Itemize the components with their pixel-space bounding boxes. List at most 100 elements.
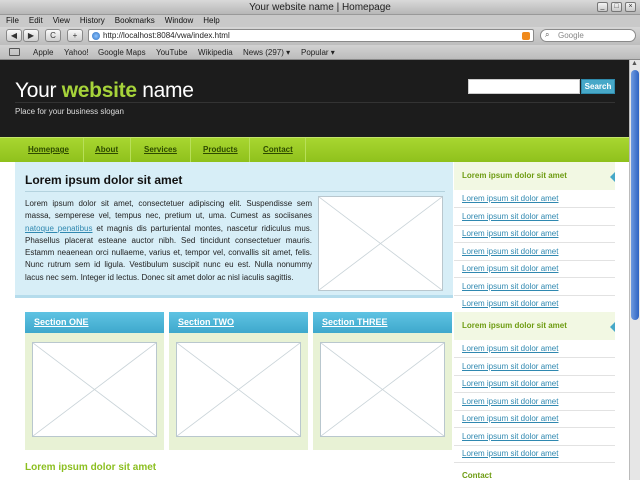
- globe-icon: [92, 32, 100, 40]
- nav-homepage[interactable]: Homepage: [28, 145, 69, 154]
- site-slogan: Place for your business slogan: [15, 107, 124, 116]
- address-bar[interactable]: http://localhost:8084/vwa/index.html: [88, 29, 534, 42]
- sidebar-divider: [454, 225, 615, 226]
- bookmark-apple[interactable]: Apple: [33, 48, 53, 57]
- sidebar-link[interactable]: Lorem ipsum sit dolor amet: [462, 397, 558, 406]
- featured-text-link[interactable]: natoque penatibus: [25, 224, 93, 233]
- scroll-up-icon[interactable]: ▲: [631, 60, 638, 67]
- site-title-end: name: [136, 79, 194, 102]
- section-two-link[interactable]: Section TWO: [178, 317, 234, 327]
- nav-about[interactable]: About: [95, 145, 118, 154]
- nav-services[interactable]: Services: [144, 145, 177, 154]
- nav-separator: [83, 138, 84, 163]
- header-divider: [15, 102, 615, 103]
- menu-edit[interactable]: Edit: [29, 15, 43, 27]
- browser-search-input[interactable]: ⌕ Google: [540, 29, 636, 42]
- sidebar-divider: [454, 277, 615, 278]
- window-title: Your website name | Homepage: [249, 2, 391, 13]
- featured-text-before: Lorem ipsum dolor sit amet, consectetuer…: [25, 199, 312, 221]
- site-search-button[interactable]: Search: [581, 79, 615, 94]
- sidebar-link[interactable]: Lorem ipsum sit dolor amet: [462, 194, 558, 203]
- bookmark-google-maps[interactable]: Google Maps: [98, 48, 146, 57]
- section-one-header: Section ONE: [25, 312, 164, 333]
- address-url[interactable]: http://localhost:8084/vwa/index.html: [103, 31, 230, 40]
- maximize-button[interactable]: □: [611, 2, 622, 12]
- reload-button[interactable]: C: [45, 29, 61, 42]
- site-search-input[interactable]: [468, 79, 580, 94]
- site-title-accent: website: [61, 79, 137, 102]
- menu-window[interactable]: Window: [165, 15, 193, 27]
- sidebar-link[interactable]: Lorem ipsum sit dolor amet: [462, 282, 558, 291]
- sidebar-divider: [454, 295, 615, 296]
- site-nav: Homepage About Services Products Contact: [0, 137, 629, 163]
- sidebar-link[interactable]: Lorem ipsum sit dolor amet: [462, 344, 558, 353]
- sidebar-link[interactable]: Lorem ipsum sit dolor amet: [462, 229, 558, 238]
- section-three-header: Section THREE: [313, 312, 452, 333]
- sidebar-divider: [454, 357, 615, 358]
- bookmarks-bar: Apple Yahoo! Google Maps YouTube Wikiped…: [0, 45, 640, 60]
- image-placeholder-icon: [319, 197, 442, 290]
- section-two-header: Section TWO: [169, 312, 308, 333]
- sidebar-link[interactable]: Lorem ipsum sit dolor amet: [462, 247, 558, 256]
- forward-button[interactable]: ▶: [23, 29, 39, 42]
- bookmark-wikipedia[interactable]: Wikipedia: [198, 48, 233, 57]
- sidebar-link[interactable]: Lorem ipsum sit dolor amet: [462, 449, 558, 458]
- featured-divider: [25, 191, 445, 192]
- window-controls: _ □ ×: [597, 2, 636, 12]
- section-one-link[interactable]: Section ONE: [34, 317, 89, 327]
- nav-separator: [130, 138, 131, 163]
- site-header: Your website name Place for your busines…: [0, 60, 629, 137]
- rss-icon[interactable]: [522, 32, 530, 40]
- sidebar-divider: [454, 445, 615, 446]
- search-icon: ⌕: [545, 30, 550, 39]
- back-button[interactable]: ◀: [6, 29, 22, 42]
- nav-separator: [249, 138, 250, 163]
- pointer-icon: [610, 322, 615, 332]
- sidebar-divider: [454, 392, 615, 393]
- section-three-link[interactable]: Section THREE: [322, 317, 388, 327]
- sidebar-divider: [454, 242, 615, 243]
- pointer-icon: [610, 172, 615, 182]
- section-two: Section TWO: [169, 312, 308, 450]
- scrollbar-thumb[interactable]: [631, 70, 639, 320]
- section-three-image-placeholder: [320, 342, 445, 437]
- navigation-toolbar: ◀ ▶ C + http://localhost:8084/vwa/index.…: [0, 27, 640, 45]
- featured-title: Lorem ipsum dolor sit amet: [25, 173, 183, 187]
- lower-section-title: Lorem ipsum dolor sit amet: [25, 462, 157, 473]
- bookmark-popular[interactable]: Popular ▾: [301, 48, 335, 57]
- nav-contact[interactable]: Contact: [263, 145, 293, 154]
- sidebar-link[interactable]: Lorem ipsum sit dolor amet: [462, 212, 558, 221]
- sidebar-link[interactable]: Lorem ipsum sit dolor amet: [462, 379, 558, 388]
- bookmark-news[interactable]: News (297) ▾: [243, 48, 290, 57]
- menu-view[interactable]: View: [53, 15, 70, 27]
- section-one: Section ONE: [25, 312, 164, 450]
- sidebar-link[interactable]: Lorem ipsum sit dolor amet: [462, 432, 558, 441]
- sidebar-link[interactable]: Lorem ipsum sit dolor amet: [462, 264, 558, 273]
- minimize-button[interactable]: _: [597, 2, 608, 12]
- sidebar-link[interactable]: Lorem ipsum sit dolor amet: [462, 414, 558, 423]
- sidebar-link[interactable]: Lorem ipsum sit dolor amet: [462, 362, 558, 371]
- sidebar: Lorem ipsum dolor sit amet Lorem ipsum s…: [454, 162, 615, 480]
- featured-text: Lorem ipsum dolor sit amet, consectetuer…: [25, 198, 312, 284]
- sidebar-link[interactable]: Lorem ipsum sit dolor amet: [462, 299, 558, 308]
- site-title[interactable]: Your website name: [15, 79, 194, 103]
- nav-separator: [305, 138, 306, 163]
- sidebar-divider: [454, 375, 615, 376]
- bookmark-yahoo[interactable]: Yahoo!: [64, 48, 89, 57]
- menu-file[interactable]: File: [6, 15, 19, 27]
- page-scrollbar[interactable]: ▲: [629, 60, 640, 480]
- add-bookmark-button[interactable]: +: [67, 29, 83, 42]
- bookmark-youtube[interactable]: YouTube: [156, 48, 187, 57]
- menu-help[interactable]: Help: [203, 15, 219, 27]
- section-two-image-placeholder: [176, 342, 301, 437]
- sidebar-divider: [454, 410, 615, 411]
- menu-history[interactable]: History: [80, 15, 105, 27]
- close-button[interactable]: ×: [625, 2, 636, 12]
- book-icon[interactable]: [9, 48, 20, 56]
- browser-search-placeholder: Google: [558, 31, 584, 40]
- sidebar-group-1-title: Lorem ipsum dolor sit amet: [462, 171, 567, 180]
- nav-products[interactable]: Products: [203, 145, 238, 154]
- menu-bookmarks[interactable]: Bookmarks: [115, 15, 155, 27]
- sidebar-divider: [454, 260, 615, 261]
- window-titlebar: Your website name | Homepage _ □ ×: [0, 0, 640, 15]
